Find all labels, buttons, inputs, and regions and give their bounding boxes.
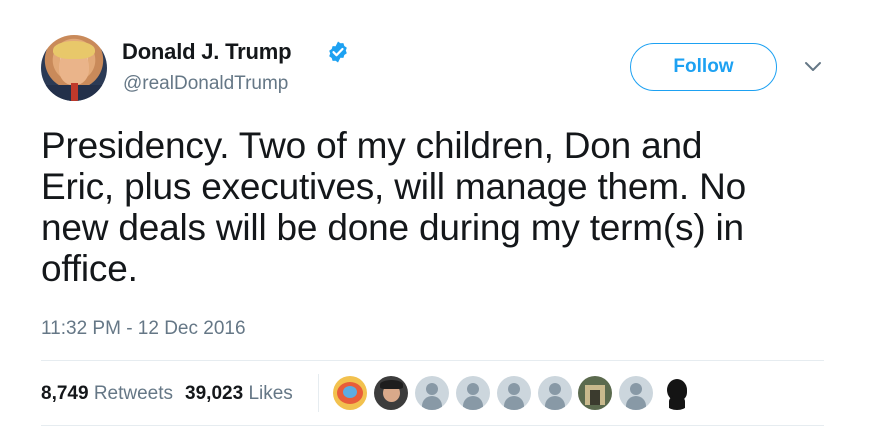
divider [41,425,824,426]
cartoon-avatar-icon[interactable] [333,376,367,410]
likes-stat[interactable]: 39,023 Likes [185,383,293,404]
tweet-stats: 8,749 Retweets 39,023 Likes [41,383,293,405]
retweets-label: Retweets [93,383,174,404]
author-handle[interactable]: @realDonaldTrump [123,73,288,95]
retweets-stat[interactable]: 8,749 Retweets [41,383,173,404]
avatar-tie [71,83,78,101]
tweet-text: Presidency. Two of my children, Don and … [41,125,841,289]
default-avatar-icon[interactable] [456,376,490,410]
retweets-count: 8,749 [41,383,89,404]
building-photo-icon[interactable] [578,376,612,410]
default-avatar-icon[interactable] [619,376,653,410]
tweet-timestamp[interactable]: 11:32 PM - 12 Dec 2016 [41,318,246,340]
divider [41,360,824,361]
person-photo-icon[interactable] [374,376,408,410]
default-avatar-icon[interactable] [538,376,572,410]
likes-label: Likes [248,383,293,404]
tweet-text-line: new deals will be done during my term(s)… [41,207,744,248]
author-name[interactable]: Donald J. Trump [122,39,292,65]
default-avatar-icon[interactable] [497,376,531,410]
likes-count: 39,023 [185,383,244,404]
follow-button[interactable]: Follow [630,43,777,91]
avatar-hair [53,41,95,59]
default-avatar-icon[interactable] [415,376,449,410]
stats-separator [318,374,319,412]
verified-badge-icon [329,41,347,63]
silhouette-avatar-icon[interactable] [660,376,694,410]
chevron-down-icon[interactable] [803,60,823,74]
tweet-text-line: Eric, plus executives, will manage them.… [41,166,746,207]
author-avatar[interactable] [41,35,107,101]
tweet-card: Donald J. Trump @realDonaldTrump Follow … [0,0,876,440]
tweet-text-line: Presidency. Two of my children, Don and [41,125,703,166]
tweet-text-line: office. [41,248,138,289]
